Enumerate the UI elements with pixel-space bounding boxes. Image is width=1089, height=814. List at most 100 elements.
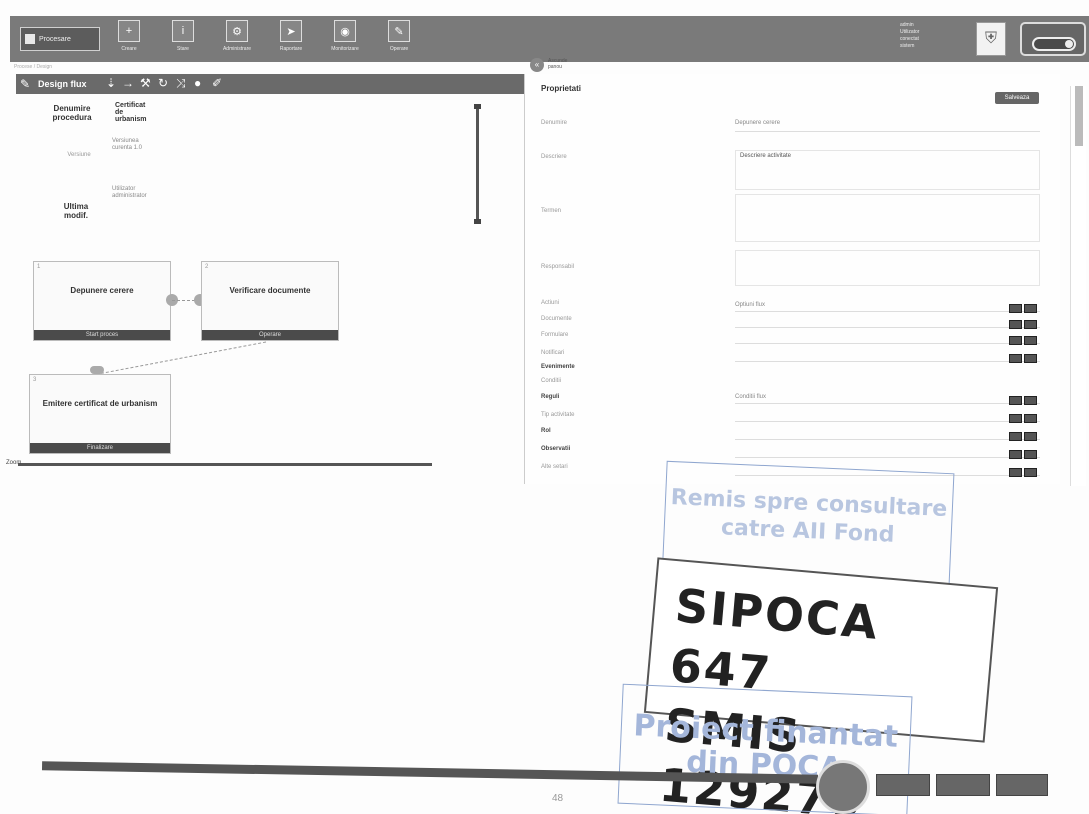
add-remove-buttons[interactable] [1009, 414, 1037, 423]
remove-icon[interactable] [1024, 304, 1037, 313]
remove-icon[interactable] [1024, 432, 1037, 441]
property-input[interactable] [735, 448, 1040, 458]
tool-operate-button[interactable]: ✎ Operare [374, 20, 424, 58]
property-label: Termen [541, 208, 562, 214]
row-value-procedure: Certificat de urbanism [115, 102, 147, 123]
property-label: Evenimente [541, 364, 575, 370]
flow-node[interactable]: 1 Depunere cerere Start proces [33, 261, 171, 341]
add-remove-buttons[interactable] [1009, 304, 1037, 313]
save-button[interactable]: Salveaza [995, 92, 1039, 104]
arrow-right-icon[interactable]: → [122, 76, 134, 90]
user-info[interactable]: admin Utilizator conectat sistem [900, 22, 940, 56]
page-number: 48 [552, 793, 564, 804]
add-remove-buttons[interactable] [1009, 396, 1037, 405]
tool-label: Stare [177, 46, 189, 52]
add-remove-buttons[interactable] [1009, 354, 1037, 363]
property-label: Documente [541, 316, 572, 322]
connector-handle[interactable] [90, 366, 104, 374]
mode-toggle[interactable] [1020, 22, 1086, 56]
property-label: Rol [541, 428, 551, 434]
toggle-switch-icon [1032, 37, 1076, 51]
tool-status-button[interactable]: i Stare [158, 20, 208, 58]
add-icon[interactable] [1009, 336, 1022, 345]
flow-node[interactable]: 2 Verificare documente Operare [201, 261, 339, 341]
row-value-version: Versiunea curenta 1.0 [112, 138, 143, 151]
caption-line: panou [548, 64, 562, 70]
footer-emblem-icon [816, 760, 870, 814]
remove-icon[interactable] [1024, 414, 1037, 423]
remove-icon[interactable] [1024, 320, 1037, 329]
left-horizontal-scrollbar[interactable]: Zoom [6, 460, 432, 466]
footer-segment [936, 774, 990, 796]
add-icon[interactable] [1009, 432, 1022, 441]
gear-icon: ⚙ [226, 20, 248, 42]
property-input[interactable] [735, 318, 1040, 328]
property-label: Notificari [541, 350, 565, 356]
property-textarea[interactable] [735, 250, 1040, 286]
properties-panel: Proprietati Salveaza Denumire Depunere c… [524, 74, 1060, 484]
add-icon[interactable] [1009, 304, 1022, 313]
zoom-label: Zoom [6, 460, 22, 466]
add-icon[interactable] [1009, 320, 1022, 329]
add-icon[interactable] [1009, 396, 1022, 405]
remove-icon[interactable] [1024, 450, 1037, 459]
home-button-label: Procesare [39, 35, 71, 43]
add-icon[interactable] [1009, 450, 1022, 459]
add-icon[interactable] [1009, 354, 1022, 363]
property-input[interactable]: Depunere cerere [735, 120, 1040, 132]
property-input[interactable] [735, 430, 1040, 440]
left-vertical-scrollbar[interactable] [474, 104, 481, 224]
tool-monitor-button[interactable]: ◉ Monitorizare [320, 20, 370, 58]
add-remove-buttons[interactable] [1009, 432, 1037, 441]
property-textarea[interactable] [735, 194, 1040, 242]
scroll-thumb[interactable] [1075, 86, 1083, 146]
node-name: Verificare documente [229, 286, 311, 295]
node-footer: Finalizare [30, 443, 170, 453]
add-remove-buttons[interactable] [1009, 336, 1037, 345]
tool-admin-button[interactable]: ⚙ Administrare [212, 20, 262, 58]
send-icon: ➤ [280, 20, 302, 42]
node-number: 1 [37, 264, 41, 270]
add-icon[interactable] [1009, 468, 1022, 477]
property-input[interactable] [735, 412, 1040, 422]
eye-icon: ◉ [334, 20, 356, 42]
edit-icon: ✎ [388, 20, 410, 42]
tool-report-button[interactable]: ➤ Raportare [266, 20, 316, 58]
property-input[interactable] [735, 352, 1040, 362]
node-footer: Operare [202, 330, 338, 340]
footer-segment [876, 774, 930, 796]
right-vertical-scrollbar[interactable] [1070, 86, 1086, 486]
remove-icon[interactable] [1024, 396, 1037, 405]
property-label: Reguli [541, 394, 560, 400]
property-textarea[interactable]: Descriere activitate [735, 150, 1040, 190]
add-icon[interactable] [1009, 414, 1022, 423]
breadcrumb[interactable]: Procese / Design [14, 64, 52, 70]
collapse-panel-button[interactable]: « [530, 58, 544, 72]
refresh-icon[interactable]: ↻ [158, 76, 168, 90]
user-line: Utilizator [900, 29, 920, 35]
property-label: Descriere [541, 154, 567, 160]
remove-icon[interactable] [1024, 468, 1037, 477]
property-input[interactable]: Optiuni flux [735, 302, 1040, 312]
remove-icon[interactable] [1024, 354, 1037, 363]
flow-node[interactable]: 3 Emitere certificat de urbanism Finaliz… [29, 374, 171, 454]
coat-of-arms-icon: ⛨ [976, 22, 1006, 56]
arrow-down-icon[interactable]: ⇣ [106, 76, 116, 90]
node-name: Emitere certificat de urbanism [42, 399, 158, 408]
wrench-icon[interactable]: ⚒ [140, 76, 151, 90]
home-button[interactable]: Procesare [20, 27, 100, 51]
edit-icon[interactable]: ✐ [212, 76, 222, 90]
add-remove-buttons[interactable] [1009, 450, 1037, 459]
record-icon[interactable]: ● [194, 76, 201, 90]
info-icon: i [172, 20, 194, 42]
property-label: Conditii [541, 378, 562, 384]
shuffle-icon[interactable]: ⤨ [176, 76, 186, 91]
property-input[interactable]: Conditii flux [735, 394, 1040, 404]
property-input[interactable] [735, 334, 1040, 344]
add-remove-buttons[interactable] [1009, 468, 1037, 477]
remove-icon[interactable] [1024, 336, 1037, 345]
plus-icon: + [118, 20, 140, 42]
tool-create-button[interactable]: + Creare [104, 20, 154, 58]
property-label: Observatii [541, 446, 571, 452]
add-remove-buttons[interactable] [1009, 320, 1037, 329]
